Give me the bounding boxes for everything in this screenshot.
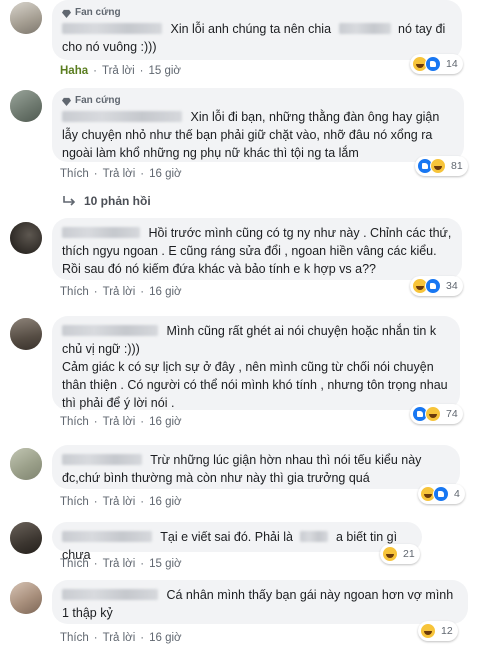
blurred-mention [338,23,391,34]
blurred-author-name[interactable] [62,454,142,465]
reply-button[interactable]: Trả lời [103,416,136,428]
comment-bubble: Tại e viết sai đó. Phải là a biết tin gì… [52,522,422,562]
comment-bubble: Hồi trước mình cũng có tg ny như này . C… [52,218,462,280]
like-button[interactable]: Thích [60,632,89,644]
commenter-avatar[interactable] [10,582,42,614]
fan-badge: Fan cứng [62,94,454,108]
timestamp[interactable]: 15 giờ [149,558,181,570]
reply-arrow-icon [63,196,76,206]
reaction-count: 81 [451,160,463,172]
fan-badge: Fan cứng [62,6,452,20]
reaction-count: 34 [446,280,458,292]
reaction-summary[interactable]: 34 [410,276,463,296]
blurred-author-name[interactable] [62,111,182,122]
like-button[interactable]: Thích [60,496,89,508]
like-button[interactable]: Thích [60,168,89,180]
comment-text-paragraph: Cảm giác k có sự lịch sự ở đây , nên mìn… [62,360,448,410]
comment-bubble: Fan cứng Xin lỗi đi bạn, những thằng đàn… [52,88,464,162]
blurred-author-name[interactable] [62,325,158,336]
timestamp[interactable]: 16 giờ [149,286,181,298]
reaction-summary[interactable]: 4 [418,484,465,504]
haha-reaction-icon [382,546,398,562]
timestamp[interactable]: 16 giờ [149,632,181,644]
reaction-summary[interactable]: 12 [418,621,458,641]
reply-button[interactable]: Trả lời [103,286,136,298]
commenter-avatar[interactable] [10,318,42,350]
diamond-icon [62,9,71,18]
commenter-avatar[interactable] [10,522,42,554]
replies-count-label[interactable]: 10 phản hồi [84,194,151,208]
commenter-avatar[interactable] [10,90,42,122]
comment-actions: Thích · Trả lời · 16 giờ [60,416,182,428]
timestamp[interactable]: 16 giờ [149,496,181,508]
commenter-avatar[interactable] [10,448,42,480]
like-reaction-icon [425,278,441,294]
reaction-count: 14 [446,58,458,70]
blurred-author-name[interactable] [62,589,158,600]
haha-reaction-icon [430,158,446,174]
haha-reaction-icon [425,406,441,422]
timestamp[interactable]: 16 giờ [149,168,181,180]
haha-reaction-label[interactable]: Haha [60,65,88,77]
view-replies-link[interactable]: 10 phản hồi [62,194,151,208]
reaction-count: 74 [446,408,458,420]
comment-actions: Thích · Trả lời · 15 giờ [60,558,182,570]
reply-button[interactable]: Trả lời [103,558,136,570]
comment-bubble: Mình cũng rất ghét ai nói chuyện hoặc nh… [52,316,460,410]
blurred-author-name[interactable] [62,23,162,34]
reply-button[interactable]: Trả lời [103,632,136,644]
like-reaction-icon [433,486,449,502]
like-button[interactable]: Thích [60,286,89,298]
commenter-avatar[interactable] [10,222,42,254]
reaction-count: 12 [441,625,453,637]
diamond-icon [62,97,71,106]
blurred-author-name[interactable] [62,531,152,542]
comment-bubble: Trừ những lúc giận hờn nhau thì nói tếu … [52,445,460,489]
comment-actions: Thích · Trả lời · 16 giờ [60,286,182,298]
reaction-count: 4 [454,488,460,500]
blurred-mention [300,531,329,542]
comment-actions: Haha · Trả lời · 15 giờ [60,65,181,77]
like-button[interactable]: Thích [60,558,89,570]
blurred-author-name[interactable] [62,227,140,238]
comment-actions: Thích · Trả lời · 16 giờ [60,168,182,180]
comment-actions: Thích · Trả lời · 16 giờ [60,496,182,508]
comment-bubble: Fan cứng Xin lỗi anh chúng ta nên chia n… [52,0,462,60]
reaction-summary[interactable]: 74 [410,404,463,424]
comment-bubble: Cá nhân mình thấy bạn gái này ngoan hơn … [52,580,468,624]
like-reaction-icon [425,56,441,72]
reply-button[interactable]: Trả lời [102,65,135,77]
reaction-summary[interactable]: 81 [415,156,468,176]
timestamp[interactable]: 16 giờ [149,416,181,428]
timestamp[interactable]: 15 giờ [148,65,180,77]
comment-text: Xin lỗi anh chúng ta nên chia [170,22,332,36]
reply-button[interactable]: Trả lời [103,168,136,180]
reaction-summary[interactable]: 21 [380,544,420,564]
commenter-avatar[interactable] [10,2,42,34]
haha-reaction-icon [420,623,436,639]
reaction-count: 21 [403,548,415,560]
reaction-summary[interactable]: 14 [410,54,463,74]
comment-actions: Thích · Trả lời · 16 giờ [60,632,182,644]
comment-text: Tại e viết sai đó. Phải là [160,530,293,544]
like-button[interactable]: Thích [60,416,89,428]
reply-button[interactable]: Trả lời [103,496,136,508]
